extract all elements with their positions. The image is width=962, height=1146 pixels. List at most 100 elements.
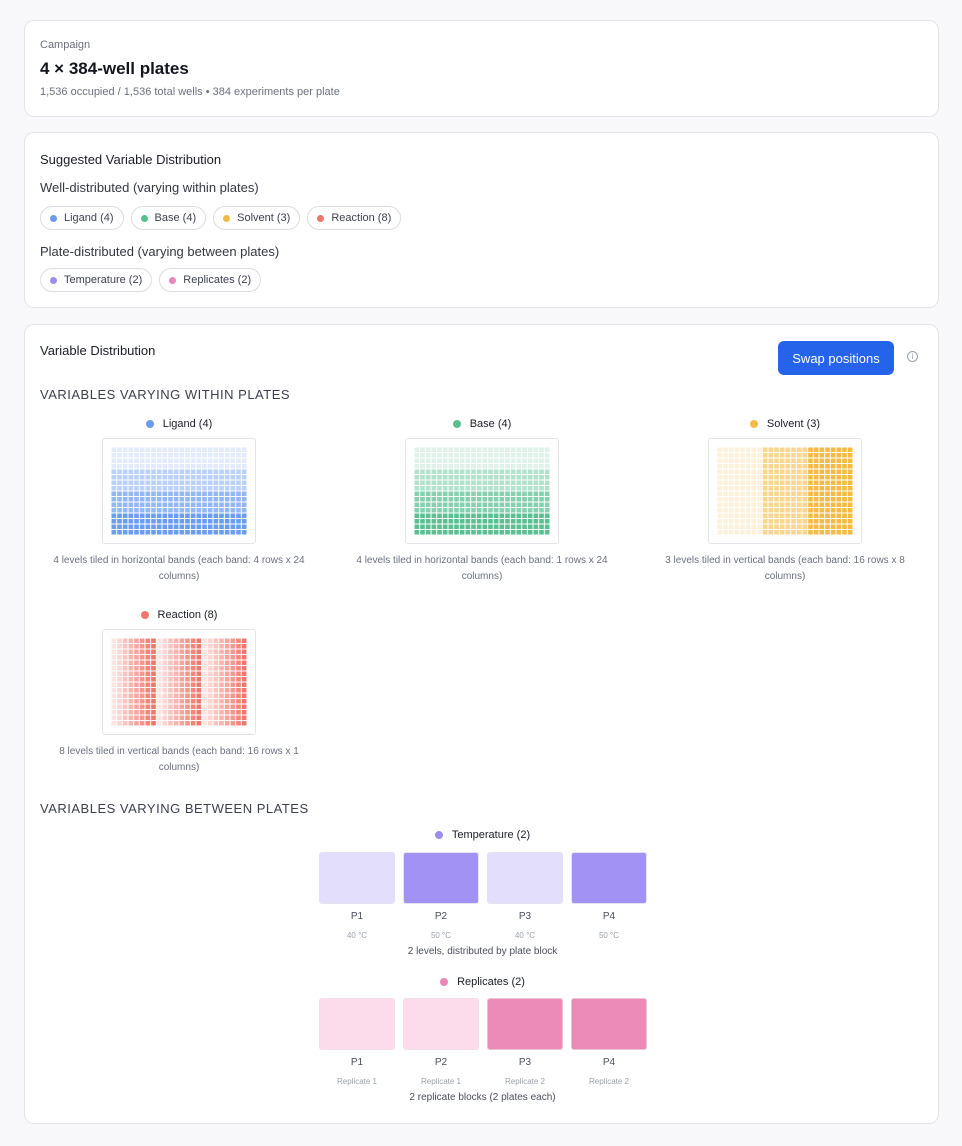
- plate-well: [236, 704, 241, 709]
- plate-well: [134, 671, 139, 676]
- plate-well: [437, 469, 442, 474]
- plate-well: [196, 502, 202, 507]
- chip-replicates[interactable]: Replicates (2): [159, 268, 262, 292]
- plate-well: [111, 671, 117, 676]
- variable-name: Replicates (2): [457, 976, 525, 988]
- plate-well: [539, 453, 544, 458]
- plate-well: [544, 491, 550, 496]
- plate-well: [448, 497, 454, 502]
- plate-well: [185, 508, 190, 513]
- plate-well: [173, 660, 179, 665]
- swap-positions-button[interactable]: Swap positions: [778, 341, 894, 375]
- plate-well: [819, 458, 825, 463]
- plate-well: [796, 458, 802, 463]
- plate-well: [230, 644, 236, 649]
- plate-well: [717, 530, 723, 535]
- plate-well: [230, 453, 236, 458]
- plate-well: [420, 480, 425, 485]
- plate-well: [122, 508, 128, 513]
- plate-well: [202, 497, 207, 502]
- plate-well: [825, 491, 830, 496]
- plate-well: [762, 480, 768, 485]
- plate-well: [420, 469, 425, 474]
- plate-well: [847, 530, 853, 535]
- plate-well: [173, 699, 179, 704]
- plate-well: [768, 469, 774, 474]
- plate-well: [728, 486, 734, 491]
- plate-well: [717, 513, 723, 518]
- plate-well: [145, 530, 151, 535]
- plate-well: [236, 453, 241, 458]
- plate-value: Replicate 2: [588, 1077, 630, 1086]
- chip-temperature[interactable]: Temperature (2): [40, 268, 153, 292]
- plate-well: [190, 524, 196, 529]
- plate-well: [139, 447, 145, 452]
- plate-well: [847, 502, 853, 507]
- plate-well: [168, 497, 173, 502]
- plate-well: [425, 513, 431, 518]
- plate-well: [151, 513, 156, 518]
- plate-well: [145, 671, 151, 676]
- plate-well: [122, 671, 128, 676]
- plate-well: [151, 638, 156, 643]
- chip-base[interactable]: Base (4): [130, 206, 207, 230]
- plate-well: [224, 699, 230, 704]
- plate-well: [156, 682, 162, 687]
- plate-well: [791, 513, 796, 518]
- plate-well: [196, 464, 202, 469]
- plate-well: [539, 530, 544, 535]
- plate-well: [757, 524, 762, 529]
- plate-well: [437, 480, 442, 485]
- plate-well: [207, 491, 213, 496]
- plate-well: [723, 530, 728, 535]
- plate-well: [825, 508, 830, 513]
- plate-well: [207, 721, 213, 726]
- plate-well: [156, 666, 162, 671]
- plate-well: [510, 524, 516, 529]
- plate-well: [414, 447, 420, 452]
- plate-well: [471, 469, 476, 474]
- chip-ligand[interactable]: Ligand (4): [40, 206, 124, 230]
- replicates-color-dot: [440, 978, 449, 986]
- plate-well: [734, 513, 740, 518]
- plate-well: [717, 491, 723, 496]
- variable-name: Ligand (4): [162, 418, 213, 430]
- info-icon[interactable]: i: [907, 351, 918, 362]
- plate-well: [139, 519, 145, 524]
- plate-well: [437, 508, 442, 513]
- plate-well: [196, 666, 202, 671]
- plate-well: [533, 524, 539, 529]
- plate-well: [420, 502, 425, 507]
- plate-well: [779, 475, 785, 480]
- plate-well: [202, 508, 207, 513]
- plate-well: [728, 524, 734, 529]
- plate-well: [522, 480, 527, 485]
- plate-well: [128, 486, 134, 491]
- plate-well: [796, 469, 802, 474]
- plate-well: [190, 693, 196, 698]
- chip-reaction[interactable]: Reaction (8): [307, 206, 402, 230]
- plate-well: [420, 491, 425, 496]
- plate-well: [791, 469, 796, 474]
- plate-well: [830, 453, 836, 458]
- plate-well: [128, 464, 134, 469]
- plate-well: [757, 513, 762, 518]
- plate-well: [791, 464, 796, 469]
- plate-well: [442, 475, 448, 480]
- plate-well: [196, 660, 202, 665]
- plate-well: [723, 508, 728, 513]
- chip-solvent[interactable]: Solvent (3): [213, 206, 301, 230]
- plate-well: [117, 480, 122, 485]
- plate-well: [111, 486, 117, 491]
- plate-well: [213, 655, 219, 660]
- plate-well: [819, 497, 825, 502]
- plate-well: [751, 530, 757, 535]
- plate-well: [842, 447, 847, 452]
- plate-well: [207, 519, 213, 524]
- plate-well: [448, 530, 454, 535]
- plate-well: [151, 458, 156, 463]
- plate-well: [516, 508, 522, 513]
- plate-well: [168, 502, 173, 507]
- plate-well: [241, 715, 247, 720]
- plate-well: [145, 644, 151, 649]
